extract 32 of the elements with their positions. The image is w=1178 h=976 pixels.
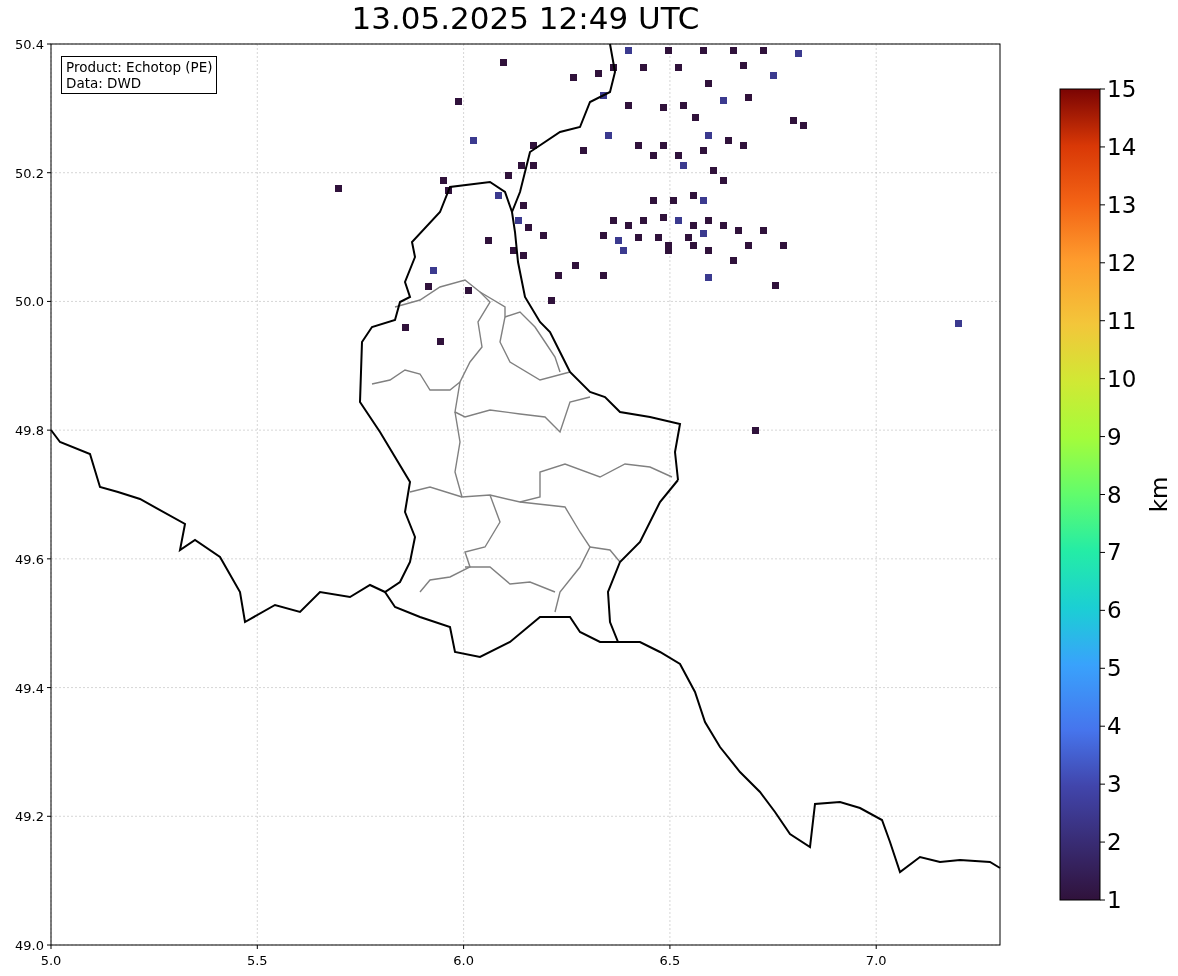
info-text: Product: Echotop (PE)	[66, 59, 213, 75]
colorbar-tick-label: 6	[1107, 597, 1122, 624]
colorbar-tick-label: 2	[1107, 829, 1122, 856]
colorbar-tick-label: 11	[1107, 307, 1137, 334]
colorbar-tick-label: 13	[1107, 191, 1137, 218]
colorbar-tick-label: 4	[1107, 713, 1122, 740]
y-tick-label: 50.0	[15, 294, 44, 310]
colorbar-tick-label: 12	[1107, 249, 1137, 276]
y-tick-label: 49.2	[15, 809, 44, 825]
chart-title: 13.05.2025 12:49 UTC	[350, 0, 701, 36]
colorbar-tick-label: 9	[1107, 423, 1122, 450]
y-tick-label: 49.8	[15, 423, 44, 439]
colorbar-tick-label: 10	[1107, 365, 1137, 392]
y-tick-label: 50.2	[15, 165, 44, 181]
x-tick-label: 5.0	[40, 953, 62, 968]
y-tick-label: 49.0	[15, 938, 44, 953]
y-tick-label: 50.4	[15, 37, 44, 52]
x-tick-label: 5.5	[246, 953, 268, 968]
x-tick-label: 6.0	[453, 953, 474, 968]
colorbar-tick-label: 5	[1107, 655, 1122, 682]
y-tick-label: 49.6	[15, 551, 44, 567]
info-text: Data: DWD	[66, 75, 143, 91]
x-tick-label: 7.0	[865, 953, 887, 968]
y-tick-label: 49.4	[15, 680, 44, 696]
x-tick-label: 6.5	[659, 953, 681, 968]
colorbar-tick-label: 7	[1107, 539, 1122, 566]
colorbar-label: km	[1146, 476, 1172, 513]
colorbar-tick-label: 8	[1107, 481, 1122, 508]
colorbar-tick-label: 3	[1107, 771, 1122, 798]
colorbar-tick-label: 14	[1107, 133, 1137, 160]
colorbar-tick-label: 15	[1107, 76, 1137, 102]
colorbar-tick-label: 1	[1107, 887, 1122, 913]
